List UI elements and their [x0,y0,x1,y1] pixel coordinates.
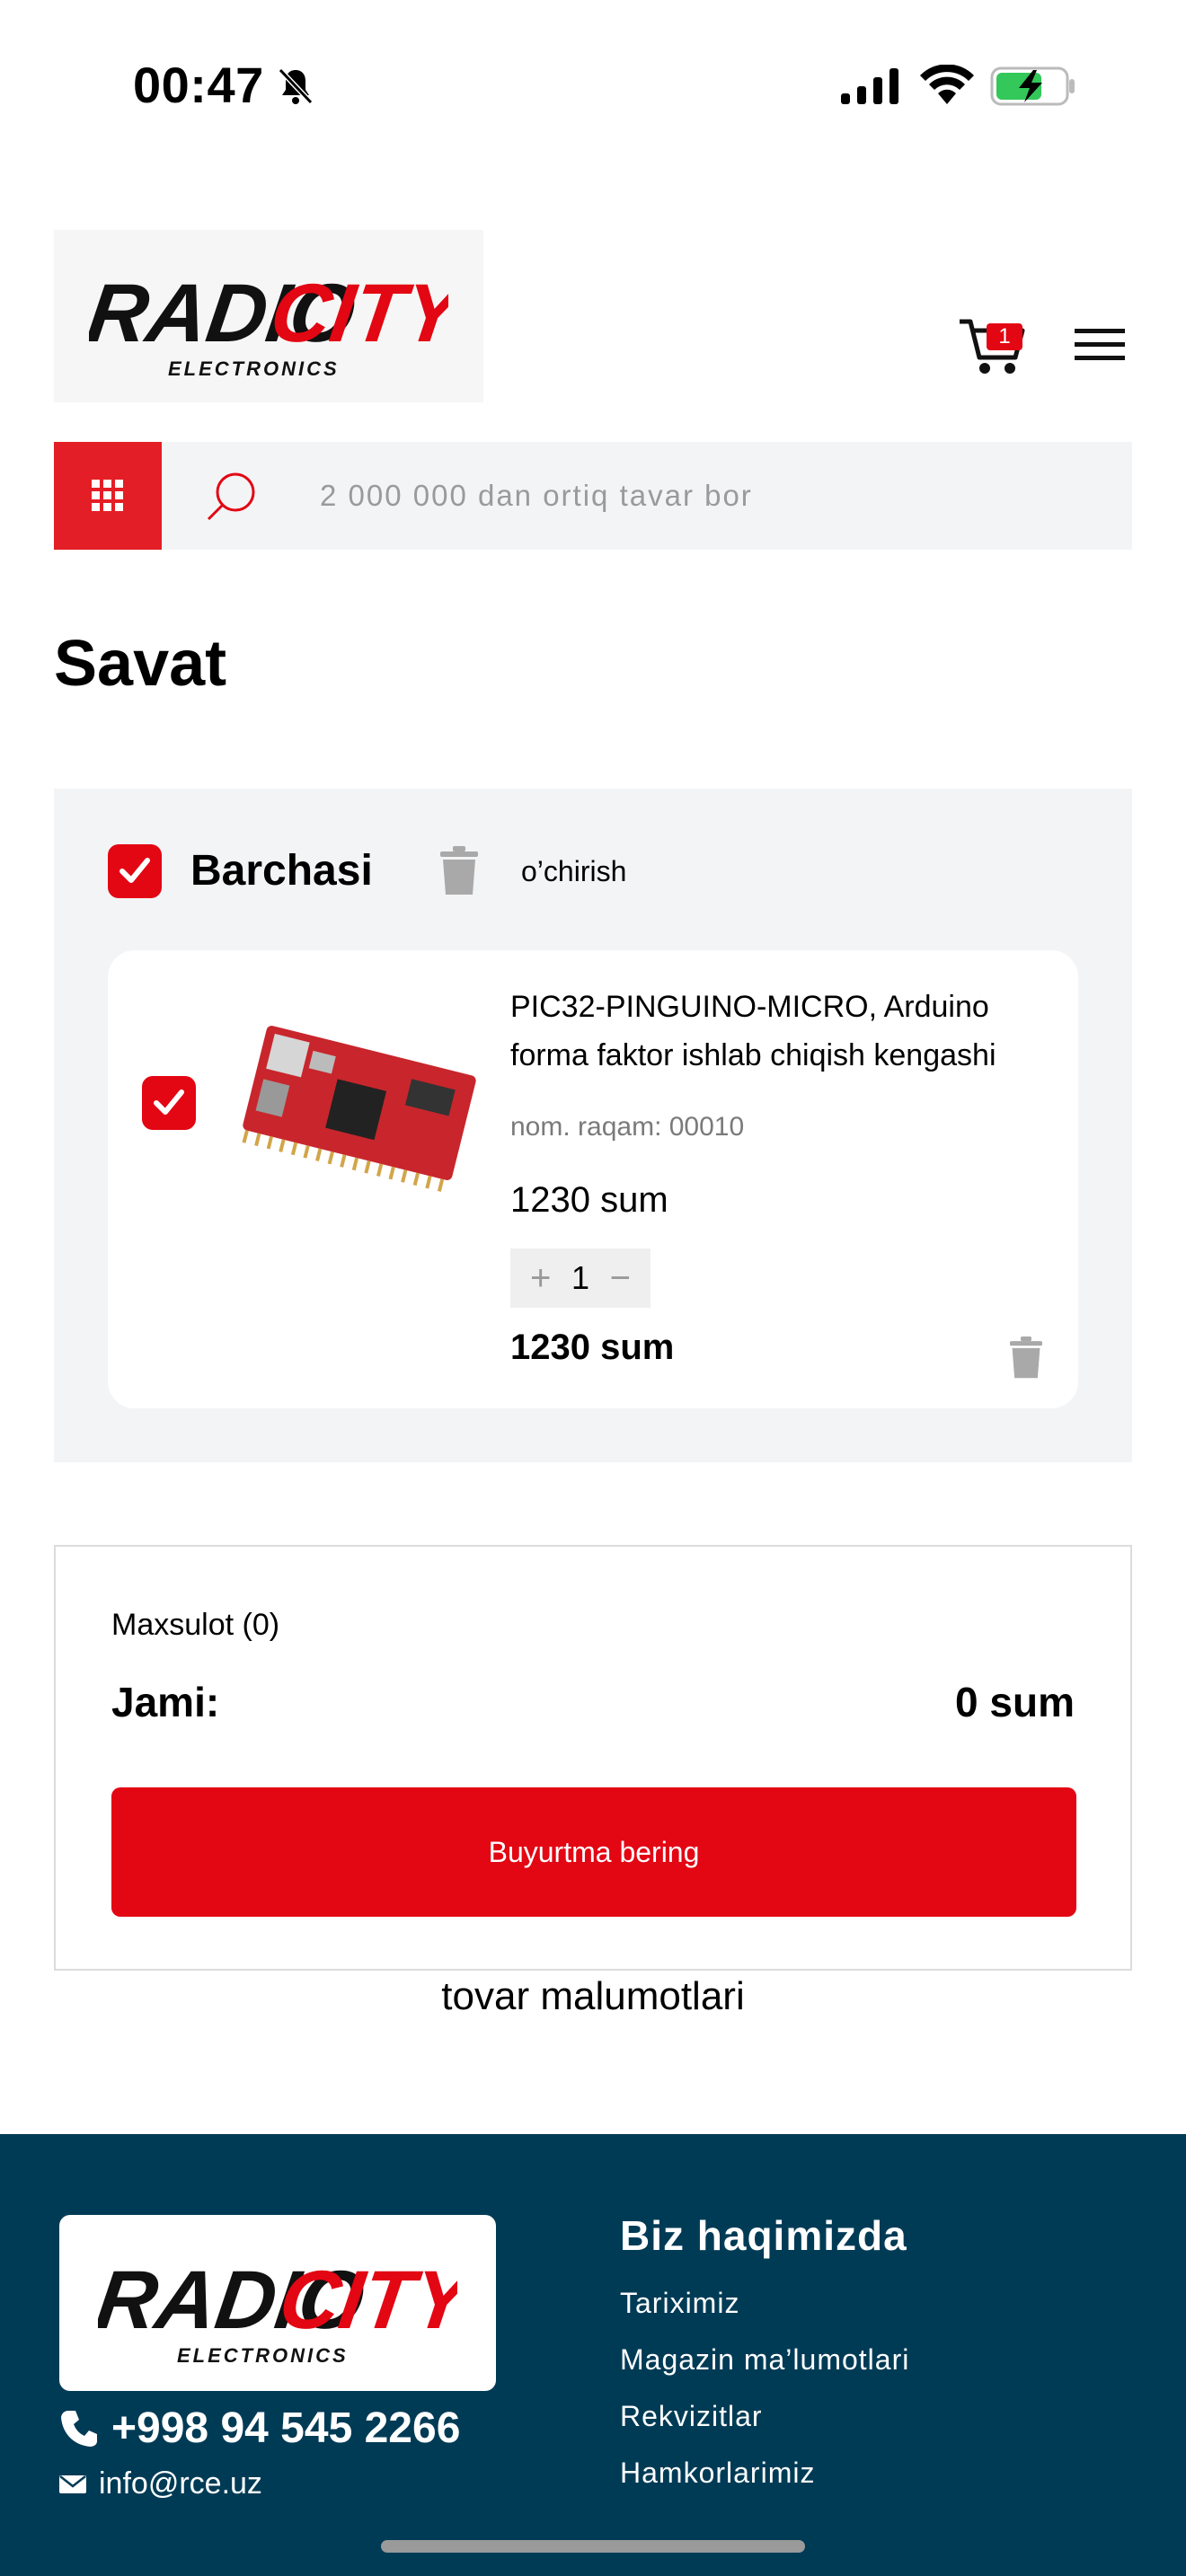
footer-email[interactable]: info@rce.uz [59,2466,262,2501]
cart-item: PIC32-PINGUINO-MICRO, Arduino forma fakt… [108,950,1078,1408]
product-price: 1230 sum [510,1180,668,1220]
search-bar [54,442,1132,550]
bell-muted-icon [278,67,314,105]
increase-quantity-button[interactable]: + [530,1248,551,1308]
footer-phone[interactable]: +998 94 545 2266 [59,2404,460,2453]
footer-logo[interactable]: RADIO CITY ELECTRONICS [59,2215,496,2391]
decrease-quantity-button[interactable]: − [610,1248,631,1308]
footer-link-requisites[interactable]: Rekvizitlar [620,2400,909,2457]
phone-number: +998 94 545 2266 [111,2404,461,2452]
battery-charging-icon [990,66,1075,106]
footer-link-store-info[interactable]: Magazin ma’lumotlari [620,2343,909,2400]
total-label: Jami: [111,1679,220,1725]
select-all-label: Barchasi [190,847,373,895]
radio-city-logo: RADIO CITY ELECTRONICS [98,2253,457,2367]
hamburger-menu-icon[interactable] [1075,327,1125,363]
wifi-icon [920,65,974,104]
mail-icon [59,2475,86,2493]
catalog-button[interactable] [54,442,162,550]
select-all-checkbox[interactable] [108,844,162,898]
search-icon[interactable] [205,469,259,523]
cart-panel: Barchasi o’chirish PIC32-PINGUINO-MICRO,… [54,789,1132,1462]
footer-link-partners[interactable]: Hamkorlarimiz [620,2457,909,2513]
product-info-link[interactable]: tovar malumotlari [0,1974,1186,2019]
trash-icon[interactable] [1008,1337,1044,1380]
place-order-button[interactable]: Buyurtma bering [111,1787,1076,1917]
total-value: 0 sum [955,1679,1075,1725]
grid-icon [92,480,123,511]
about-heading: Biz haqimizda [620,2212,907,2259]
footer-links: Tariximiz Magazin ma’lumotlari Rekvizitl… [620,2287,909,2513]
quantity-stepper: + 1 − [510,1248,651,1308]
logo[interactable]: RADIO CITY ELECTRONICS [54,230,483,402]
search-input[interactable] [320,442,1111,550]
svg-text:ELECTRONICS: ELECTRONICS [177,2344,349,2367]
email-address: info@rce.uz [99,2466,262,2501]
footer: RADIO CITY ELECTRONICS +998 94 545 2266 … [0,2134,1186,2576]
svg-text:CITY: CITY [265,266,448,358]
product-count: Maxsulot (0) [111,1608,280,1642]
phone-icon [61,2410,97,2447]
delete-selected-link[interactable]: o’chirish [521,851,626,891]
quantity-value: 1 [571,1259,590,1296]
signal-icon [841,68,898,104]
item-checkbox[interactable] [142,1076,196,1130]
checkmark-icon [154,1090,184,1115]
product-sku: nom. raqam: 00010 [510,1112,745,1142]
status-time: 00:47 [133,57,264,113]
product-image[interactable] [234,1004,485,1202]
checkmark-icon [119,858,150,883]
status-bar: 00:47 [0,0,1186,171]
svg-text:ELECTRONICS: ELECTRONICS [168,357,340,380]
svg-text:CITY: CITY [274,2253,457,2345]
trash-icon[interactable] [438,846,480,896]
page-title: Savat [54,628,227,700]
footer-link-history[interactable]: Tariximiz [620,2287,909,2343]
order-summary: Maxsulot (0) Jami: 0 sum Buyurtma bering [54,1545,1132,1971]
product-name[interactable]: PIC32-PINGUINO-MICRO, Arduino forma fakt… [510,983,1049,1080]
radio-city-logo: RADIO CITY ELECTRONICS [89,266,448,380]
item-total: 1230 sum [510,1328,675,1367]
cart-count-badge: 1 [987,323,1022,350]
home-indicator[interactable] [381,2540,805,2553]
